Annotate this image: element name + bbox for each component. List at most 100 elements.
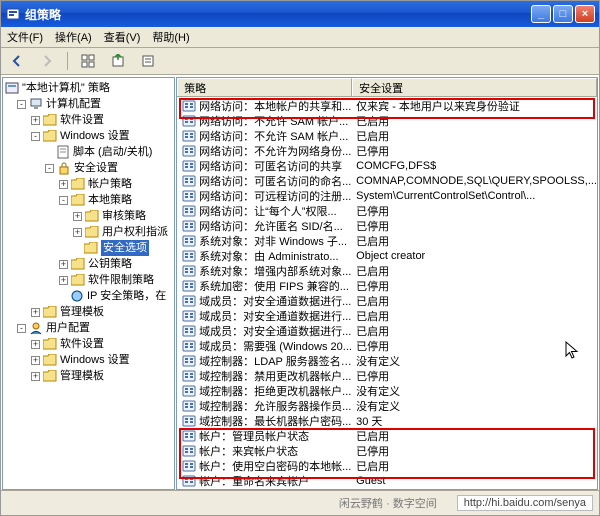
policy-row[interactable]: 网络访问：允许匿名 SID/名...已停用 bbox=[177, 218, 597, 233]
menu-action[interactable]: 操作(A) bbox=[55, 29, 92, 45]
ip-icon bbox=[70, 289, 84, 303]
expand-toggle[interactable]: + bbox=[31, 308, 40, 317]
policy-name: 系统对象：增强内部系统对象... bbox=[199, 263, 356, 279]
policy-row[interactable]: 域控制器：最长机器帐户密码...30 天 bbox=[177, 413, 597, 428]
tree-node[interactable]: + 公钥策略 bbox=[3, 256, 174, 272]
policy-name: 系统对象：由 Administrato... bbox=[199, 248, 356, 264]
folder-icon bbox=[43, 129, 57, 143]
policy-row[interactable]: 域控制器：禁用更改机器帐户...已停用 bbox=[177, 368, 597, 383]
menu-file[interactable]: 文件(F) bbox=[7, 29, 43, 45]
tree-node[interactable]: +软件限制策略 bbox=[3, 272, 174, 288]
policy-name: 网络访问：本地帐户的共享和... bbox=[199, 98, 356, 114]
policy-row[interactable]: 网络访问：让“每个人”权限...已停用 bbox=[177, 203, 597, 218]
column-setting[interactable]: 安全设置 bbox=[352, 78, 597, 96]
tree-node[interactable]: + 软件设置 bbox=[3, 112, 174, 128]
tree-root[interactable]: "本地计算机" 策略 bbox=[3, 80, 174, 96]
expand-toggle[interactable]: - bbox=[31, 132, 40, 141]
toolbar-scope-icon[interactable] bbox=[76, 49, 100, 73]
expand-toggle[interactable]: - bbox=[59, 196, 68, 205]
expand-toggle[interactable]: + bbox=[59, 260, 68, 269]
expand-toggle[interactable]: + bbox=[31, 372, 40, 381]
policy-row[interactable]: 域控制器：LDAP 服务器签名要求没有定义 bbox=[177, 353, 597, 368]
policy-setting: 已启用 bbox=[356, 233, 597, 249]
minimize-button[interactable]: _ bbox=[531, 5, 551, 23]
tree-pane[interactable]: "本地计算机" 策略-计算机配置 + 软件设置-Windows 设置脚本 (启动/关… bbox=[2, 77, 175, 490]
policy-row[interactable]: 系统加密：使用 FIPS 兼容的...已停用 bbox=[177, 278, 597, 293]
tree-node[interactable]: -用户配置 bbox=[3, 320, 174, 336]
tree-node[interactable]: +用户权利指派 bbox=[3, 224, 174, 240]
policy-row[interactable]: 帐户：重命名来宾帐户Guest bbox=[177, 473, 597, 488]
policy-row[interactable]: 帐户：使用空白密码的本地帐...已启用 bbox=[177, 458, 597, 473]
expand-toggle[interactable]: - bbox=[17, 324, 26, 333]
policy-row[interactable]: 系统对象：对非 Windows 子...已启用 bbox=[177, 233, 597, 248]
policy-name: 网络访问：让“每个人”权限... bbox=[199, 203, 356, 219]
toolbar-properties-icon[interactable] bbox=[136, 49, 160, 73]
expand-toggle[interactable]: + bbox=[73, 212, 82, 221]
tree-node[interactable]: -计算机配置 bbox=[3, 96, 174, 112]
policy-setting: 已启用 bbox=[356, 128, 597, 144]
tree-node-label: 公钥策略 bbox=[88, 256, 132, 272]
expand-toggle[interactable]: + bbox=[31, 356, 40, 365]
tree-node[interactable]: +Windows 设置 bbox=[3, 352, 174, 368]
tree-node[interactable]: +帐户策略 bbox=[3, 176, 174, 192]
tree-node[interactable]: +管理模板 bbox=[3, 368, 174, 384]
expand-toggle[interactable]: + bbox=[59, 276, 68, 285]
policy-setting: 没有定义 bbox=[356, 398, 597, 414]
folder-icon bbox=[71, 177, 85, 191]
policy-icon bbox=[181, 384, 197, 398]
policy-row[interactable]: 域成员：对安全通道数据进行...已启用 bbox=[177, 308, 597, 323]
expand-toggle[interactable]: + bbox=[73, 228, 82, 237]
policy-row[interactable]: 网络访问：本地帐户的共享和...仅来宾 - 本地用户以来宾身份验证 bbox=[177, 98, 597, 113]
policy-name: 域成员：对安全通道数据进行... bbox=[199, 323, 356, 339]
expand-toggle[interactable]: + bbox=[31, 340, 40, 349]
policy-setting: 没有定义 bbox=[356, 383, 597, 399]
tree-node[interactable]: IP 安全策略，在 bbox=[3, 288, 174, 304]
menu-help[interactable]: 帮助(H) bbox=[152, 29, 189, 45]
list-body[interactable]: 网络访问：本地帐户的共享和...仅来宾 - 本地用户以来宾身份验证网络访问：不允… bbox=[177, 97, 597, 489]
toolbar-export-icon[interactable] bbox=[106, 49, 130, 73]
maximize-button[interactable]: □ bbox=[553, 5, 573, 23]
expand-toggle[interactable]: - bbox=[45, 164, 54, 173]
tree-node-label: 审核策略 bbox=[102, 208, 146, 224]
menu-view[interactable]: 查看(V) bbox=[104, 29, 141, 45]
tree-node[interactable]: +管理模板 bbox=[3, 304, 174, 320]
forward-button[interactable] bbox=[35, 49, 59, 73]
tree-node[interactable]: 安全选项 bbox=[3, 240, 174, 256]
policy-row[interactable]: 域成员：对安全通道数据进行...已启用 bbox=[177, 323, 597, 338]
script-icon bbox=[56, 145, 70, 159]
policy-name: 系统对象：对非 Windows 子... bbox=[199, 233, 356, 249]
policy-icon bbox=[181, 144, 197, 158]
policy-row[interactable]: 域控制器：拒绝更改机器帐户...没有定义 bbox=[177, 383, 597, 398]
policy-row[interactable]: 网络访问：不允许 SAM 帐户...已启用 bbox=[177, 113, 597, 128]
tree-node[interactable]: -安全设置 bbox=[3, 160, 174, 176]
policy-setting: Object creator bbox=[356, 250, 597, 262]
policy-setting: 已停用 bbox=[356, 218, 597, 234]
policy-row[interactable]: 系统对象：增强内部系统对象...已启用 bbox=[177, 263, 597, 278]
policy-row[interactable]: 域控制器：允许服务器操作员...没有定义 bbox=[177, 398, 597, 413]
column-policy[interactable]: 策略 bbox=[177, 78, 352, 96]
cursor-icon bbox=[565, 341, 579, 366]
close-button[interactable]: × bbox=[575, 5, 595, 23]
expand-toggle[interactable]: + bbox=[59, 180, 68, 189]
policy-row[interactable]: 系统对象：由 Administrato...Object creator bbox=[177, 248, 597, 263]
policy-icon bbox=[181, 234, 197, 248]
expand-toggle[interactable]: - bbox=[17, 100, 26, 109]
policy-row[interactable]: 域成员：对安全通道数据进行...已启用 bbox=[177, 293, 597, 308]
policy-row[interactable]: 帐户：管理员帐户状态已启用 bbox=[177, 428, 597, 443]
policy-row[interactable]: 网络访问：可远程访问的注册...System\CurrentControlSet… bbox=[177, 188, 597, 203]
tree-node[interactable]: +软件设置 bbox=[3, 336, 174, 352]
expand-toggle[interactable]: + bbox=[31, 116, 40, 125]
policy-row[interactable]: 域成员：需要强 (Windows 20...已停用 bbox=[177, 338, 597, 353]
tree-node[interactable]: -本地策略 bbox=[3, 192, 174, 208]
policy-row[interactable]: 网络访问：可匿名访问的命名...COMNAP,COMNODE,SQL\QUERY… bbox=[177, 173, 597, 188]
policy-row[interactable]: 帐户：来宾帐户状态已停用 bbox=[177, 443, 597, 458]
policy-setting: Guest bbox=[356, 475, 597, 487]
tree-node-label: 软件设置 bbox=[60, 112, 104, 128]
policy-row[interactable]: 网络访问：不允许为网络身份...已停用 bbox=[177, 143, 597, 158]
back-button[interactable] bbox=[5, 49, 29, 73]
policy-row[interactable]: 网络访问：可匿名访问的共享COMCFG,DFS$ bbox=[177, 158, 597, 173]
tree-node[interactable]: + 审核策略 bbox=[3, 208, 174, 224]
tree-node[interactable]: 脚本 (启动/关机) bbox=[3, 144, 174, 160]
tree-node[interactable]: -Windows 设置 bbox=[3, 128, 174, 144]
policy-row[interactable]: 网络访问：不允许 SAM 帐户...已启用 bbox=[177, 128, 597, 143]
